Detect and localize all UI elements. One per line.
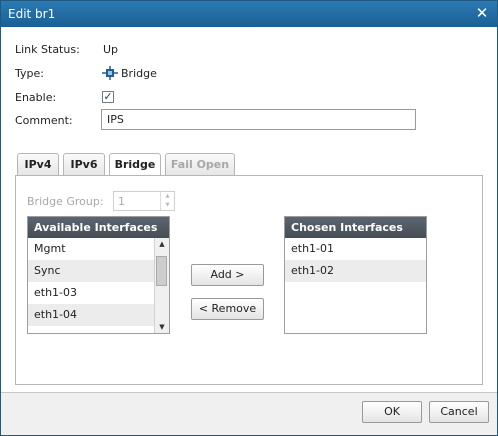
bridge-group-input: 1 ▲ ▼ — [113, 191, 175, 211]
cancel-button[interactable]: Cancel — [429, 401, 489, 423]
add-button[interactable]: Add > — [191, 264, 264, 286]
type-value: Bridge — [121, 67, 157, 80]
list-item[interactable]: eth1-03 — [28, 282, 169, 304]
edit-dialog: Edit br1 ✕ Link Status: Up Type: Bridge … — [0, 0, 498, 436]
available-interfaces-list: Available Interfaces Mgmt Sync eth1-03 e… — [27, 216, 170, 334]
ok-button[interactable]: OK — [362, 401, 422, 423]
enable-label: Enable: — [15, 91, 57, 104]
tab-ipv4[interactable]: IPv4 — [17, 153, 59, 175]
bridge-icon — [102, 66, 118, 80]
tab-bridge[interactable]: Bridge — [109, 153, 161, 176]
bridge-tab-panel: Bridge Group: 1 ▲ ▼ Available Interfaces … — [15, 175, 483, 385]
type-label: Type: — [15, 67, 44, 80]
list-item[interactable]: eth1-01 — [285, 238, 426, 260]
dialog-footer: OK Cancel — [1, 392, 497, 435]
comment-input[interactable] — [101, 109, 416, 130]
bridge-group-stepper: ▲ ▼ — [160, 192, 174, 210]
scroll-down-icon[interactable]: ▼ — [155, 321, 169, 333]
dialog-title: Edit br1 — [8, 7, 56, 21]
available-interfaces-header: Available Interfaces — [28, 217, 169, 238]
list-item[interactable]: eth1-02 — [285, 260, 426, 282]
dialog-titlebar[interactable]: Edit br1 ✕ — [1, 1, 497, 27]
bridge-group-value: 1 — [118, 195, 125, 208]
comment-label: Comment: — [15, 114, 73, 127]
close-icon[interactable]: ✕ — [473, 4, 491, 22]
tab-fail-open: Fail Open — [165, 153, 235, 175]
bridge-group-label: Bridge Group: — [27, 195, 104, 208]
list-item[interactable]: Mgmt — [28, 238, 169, 260]
tab-ipv6[interactable]: IPv6 — [63, 153, 105, 175]
scroll-up-icon[interactable]: ▲ — [155, 238, 169, 250]
link-status-value: Up — [103, 43, 119, 56]
list-item[interactable]: Sync — [28, 260, 169, 282]
remove-button[interactable]: < Remove — [191, 298, 264, 320]
link-status-label: Link Status: — [15, 43, 80, 56]
enable-checkbox[interactable]: ✓ — [102, 91, 114, 103]
chosen-interfaces-list: Chosen Interfaces eth1-01 eth1-02 — [284, 216, 427, 334]
chosen-interfaces-header: Chosen Interfaces — [285, 217, 426, 238]
list-item[interactable]: eth1-04 — [28, 304, 169, 326]
dialog-body: Link Status: Up Type: Bridge Enable: ✓ C… — [1, 27, 497, 392]
scroll-thumb[interactable] — [156, 256, 167, 286]
available-scrollbar[interactable]: ▲ ▼ — [154, 238, 169, 333]
